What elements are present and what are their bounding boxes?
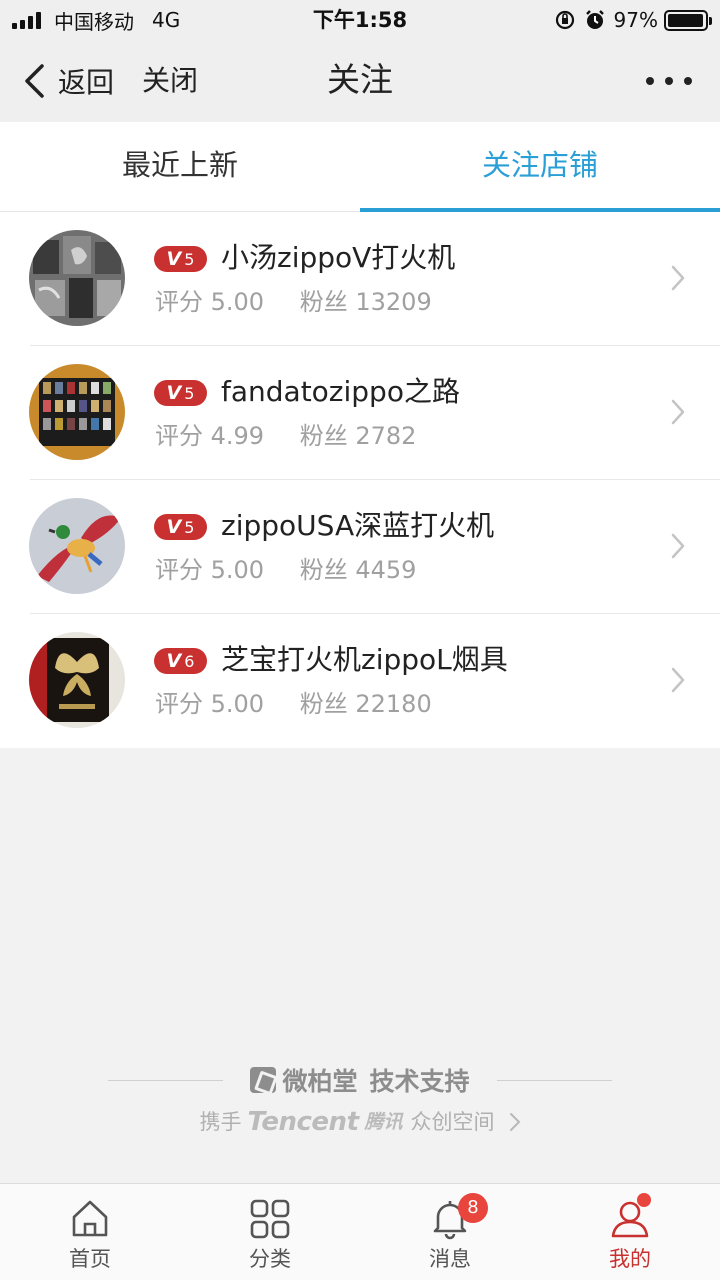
shop-name: 芝宝打火机zippoL烟具 <box>221 643 508 676</box>
level-badge: V5 <box>154 380 207 406</box>
tencent-cn-logo-text: 腾讯 <box>364 1111 403 1133</box>
rating-value: 5.00 <box>210 556 265 584</box>
shop-stats: 评分 5.00 粉丝 4459 <box>155 552 416 588</box>
brand-name: 微柏堂 <box>282 1067 358 1096</box>
battery-icon <box>664 9 712 31</box>
more-dot-icon <box>646 77 654 85</box>
chevron-left-icon <box>25 64 44 98</box>
partner-prefix: 携手 <box>199 1110 242 1134</box>
rating-value: 4.99 <box>210 422 265 450</box>
shop-stats: 评分 5.00 粉丝 22180 <box>155 686 432 722</box>
shop-avatar <box>29 230 125 326</box>
fans-label: 粉丝 <box>299 690 348 718</box>
status-right: 97% <box>554 6 712 34</box>
back-button[interactable]: 返回 <box>22 60 114 102</box>
rating-label: 评分 <box>155 556 203 584</box>
shop-avatar <box>29 364 125 460</box>
home-icon <box>72 1200 108 1237</box>
more-dot-icon <box>684 77 692 85</box>
chevron-right-icon <box>671 667 685 693</box>
battery-percent: 97% <box>613 8 658 32</box>
chevron-right-icon <box>509 1113 520 1131</box>
shop-stats: 评分 5.00 粉丝 13209 <box>155 284 432 320</box>
fans-value: 4459 <box>355 556 417 584</box>
tab-followed-shops[interactable]: 关注店铺 <box>360 122 720 212</box>
shop-name: zippoUSA深蓝打火机 <box>221 509 495 542</box>
chevron-right-icon <box>671 399 685 425</box>
tencent-logo-text: Tencent <box>247 1107 359 1137</box>
rotation-lock-icon <box>555 10 574 30</box>
shop-item[interactable]: V6 芝宝打火机zippoL烟具 评分 5.00 粉丝 22180 <box>0 614 720 748</box>
level-badge: V6 <box>154 648 207 674</box>
tabbar-label: 分类 <box>249 1247 291 1271</box>
tabbar-category[interactable]: 分类 <box>180 1184 360 1280</box>
tab-recent-new[interactable]: 最近上新 <box>0 122 360 211</box>
rating-value: 5.00 <box>210 288 265 316</box>
tabbar-label: 首页 <box>69 1247 111 1271</box>
shop-avatar <box>29 632 125 728</box>
alarm-icon <box>585 10 604 29</box>
rating-label: 评分 <box>155 288 203 316</box>
shop-item[interactable]: V5 fandatozippo之路 评分 4.99 粉丝 2782 <box>0 346 720 480</box>
fans-value: 2782 <box>355 422 417 450</box>
rating-value: 5.00 <box>210 690 265 718</box>
chevron-right-icon <box>671 533 685 559</box>
weibaitang-logo-icon <box>250 1067 277 1093</box>
shop-avatar <box>29 498 125 594</box>
tabbar-label: 消息 <box>429 1247 471 1271</box>
message-count-badge: 8 <box>458 1193 488 1223</box>
shop-stats: 评分 4.99 粉丝 2782 <box>155 418 416 454</box>
close-button[interactable]: 关闭 <box>142 60 198 102</box>
tab-strip: 最近上新 关注店铺 <box>0 122 720 212</box>
fans-label: 粉丝 <box>299 422 348 450</box>
shop-list: V5 小汤zippoV打火机 评分 5.00 粉丝 13209 V5 fanda… <box>0 212 720 748</box>
more-dot-icon <box>665 77 673 85</box>
back-label: 返回 <box>58 66 115 99</box>
tabbar-messages[interactable]: 消息 <box>360 1184 540 1280</box>
rating-label: 评分 <box>155 690 203 718</box>
grid-icon <box>250 1199 290 1239</box>
tabbar-me[interactable]: 我的 <box>540 1184 720 1280</box>
more-menu-button[interactable] <box>646 72 692 90</box>
partner-suffix: 众创空间 <box>410 1110 495 1134</box>
level-badge: V5 <box>154 514 207 540</box>
fans-label: 粉丝 <box>299 288 348 316</box>
nav-bar: 返回 关闭 关注 <box>0 40 720 122</box>
chevron-right-icon <box>671 265 685 291</box>
bottom-tab-bar: 首页 分类 消息 我的 <box>0 1183 720 1280</box>
support-label: 技术支持 <box>369 1067 470 1096</box>
shop-item[interactable]: V5 zippoUSA深蓝打火机 评分 5.00 粉丝 4459 <box>0 480 720 614</box>
level-badge: V5 <box>154 246 207 272</box>
notification-dot <box>637 1193 651 1207</box>
shop-name: fandatozippo之路 <box>221 375 460 408</box>
status-bar: 中国移动 4G 下午1:58 97% <box>0 0 720 40</box>
rating-label: 评分 <box>155 422 203 450</box>
tech-support-brand: 微柏堂 技术支持 <box>0 1060 720 1100</box>
fans-label: 粉丝 <box>299 556 348 584</box>
fans-value: 13209 <box>355 288 432 316</box>
partner-link[interactable]: 携手 Tencent 腾讯 众创空间 <box>0 1104 720 1140</box>
tabbar-home[interactable]: 首页 <box>0 1184 180 1280</box>
fans-value: 22180 <box>355 690 432 718</box>
shop-item[interactable]: V5 小汤zippoV打火机 评分 5.00 粉丝 13209 <box>0 212 720 346</box>
tabbar-label: 我的 <box>609 1247 651 1271</box>
shop-name: 小汤zippoV打火机 <box>221 241 456 274</box>
